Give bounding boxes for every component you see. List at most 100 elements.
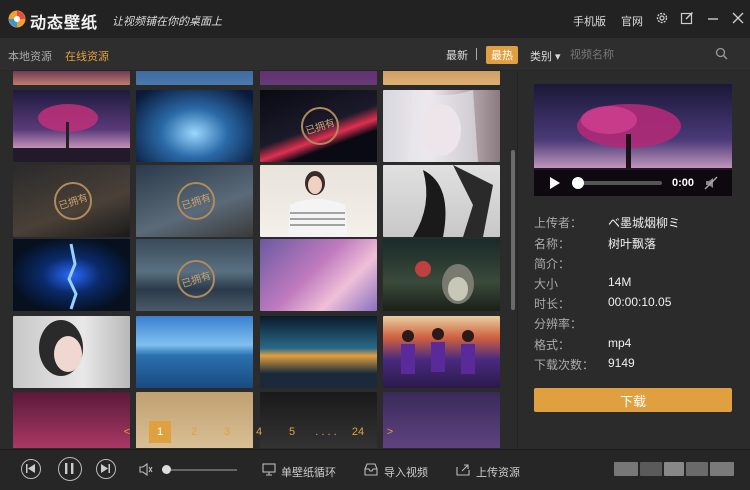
- wallpaper-thumbnail[interactable]: [260, 165, 377, 237]
- wallpaper-thumbnail[interactable]: [383, 392, 500, 448]
- tab-online-resources[interactable]: 在线资源: [65, 48, 109, 64]
- prev-page-button[interactable]: <: [119, 421, 135, 443]
- owned-stamp: 已拥有: [177, 260, 215, 298]
- wallpaper-thumbnail[interactable]: 已拥有: [136, 165, 253, 237]
- uploader-label: 上传者：: [534, 216, 583, 230]
- blurred-user-info: [640, 462, 662, 476]
- grid-scrollbar-thumb[interactable]: [511, 150, 515, 310]
- video-progress-track[interactable]: [574, 181, 662, 185]
- skip-back-icon: [26, 464, 35, 473]
- monitor-icon: [262, 463, 276, 476]
- mute-icon[interactable]: [704, 176, 718, 190]
- next-page-button[interactable]: >: [382, 421, 398, 443]
- play-icon[interactable]: [549, 177, 561, 189]
- pause-button[interactable]: [58, 457, 82, 481]
- name-label: 名称：: [534, 237, 571, 251]
- close-icon[interactable]: [731, 11, 745, 25]
- wallpaper-thumbnail[interactable]: [13, 316, 130, 388]
- wallpaper-thumbnail[interactable]: [383, 239, 500, 311]
- wallpaper-thumbnail[interactable]: [260, 316, 377, 388]
- wallpaper-thumbnail[interactable]: [260, 71, 377, 85]
- video-controls: 0:00: [534, 170, 732, 196]
- app-slogan: 让视频铺在你的桌面上: [112, 15, 222, 28]
- downloads-label: 下载次数：: [534, 358, 595, 372]
- owned-stamp-label: 已拥有: [304, 116, 337, 138]
- video-name-search-input[interactable]: [568, 46, 722, 64]
- owned-stamp-label: 已拥有: [180, 191, 213, 213]
- wallpaper-thumbnail[interactable]: [383, 90, 500, 162]
- search-icon[interactable]: [715, 47, 728, 60]
- name-value: 树叶飘落: [608, 237, 657, 251]
- wallpaper-thumbnail[interactable]: [136, 316, 253, 388]
- mobile-version-link[interactable]: 手机版: [573, 13, 606, 29]
- wallpaper-thumbnail[interactable]: [383, 71, 500, 85]
- wallpaper-thumbnail[interactable]: [383, 165, 500, 237]
- inbox-import-icon: [364, 463, 378, 476]
- feedback-edit-icon[interactable]: [680, 11, 694, 25]
- duration-value: 00:00:10.05: [608, 295, 672, 309]
- app-logo-icon: [8, 10, 26, 28]
- intro-label: 简介：: [534, 257, 571, 271]
- toolbar: 本地资源 在线资源 最新 最热 类别 ▾: [0, 38, 750, 71]
- tab-local-resources[interactable]: 本地资源: [8, 48, 52, 64]
- owned-stamp: 已拥有: [54, 182, 92, 220]
- volume-slider-track[interactable]: [162, 469, 237, 471]
- page-3-button[interactable]: 3: [216, 421, 238, 443]
- title-bar: 动态壁纸 让视频铺在你的桌面上 手机版 官网: [0, 0, 750, 38]
- wallpaper-thumbnail[interactable]: [13, 90, 130, 162]
- gear-icon[interactable]: [655, 11, 669, 25]
- skip-forward-icon: [101, 464, 110, 473]
- page-1-button[interactable]: 1: [149, 421, 171, 443]
- wallpaper-thumbnail[interactable]: [13, 71, 130, 85]
- page-4-button[interactable]: 4: [248, 421, 270, 443]
- website-link[interactable]: 官网: [621, 13, 643, 29]
- format-value: mp4: [608, 336, 632, 350]
- owned-stamp: 已拥有: [177, 182, 215, 220]
- sort-hottest[interactable]: 最热: [486, 46, 518, 64]
- resolution-label: 分辨率：: [534, 317, 583, 331]
- wallpaper-thumbnail[interactable]: [13, 239, 130, 311]
- single-wallpaper-loop-button[interactable]: 单壁纸循环: [281, 464, 336, 480]
- wallpaper-thumbnail[interactable]: [136, 71, 253, 85]
- owned-stamp-label: 已拥有: [180, 269, 213, 291]
- format-label: 格式：: [534, 338, 571, 352]
- volume-icon[interactable]: [139, 463, 153, 476]
- blurred-user-info: [686, 462, 708, 476]
- wallpaper-thumbnail[interactable]: [13, 392, 130, 448]
- blurred-user-info: [710, 462, 734, 476]
- upload-icon: [456, 464, 470, 476]
- previous-track-button[interactable]: [21, 459, 41, 479]
- size-value: 14M: [608, 275, 632, 289]
- minimize-icon[interactable]: [706, 11, 720, 25]
- sort-divider: [476, 48, 477, 60]
- bottom-bar: 单壁纸循环 导入视频 上传资源: [0, 449, 750, 490]
- sort-newest[interactable]: 最新: [446, 47, 468, 63]
- download-button[interactable]: 下载: [534, 388, 732, 412]
- owned-stamp: 已拥有: [301, 107, 339, 145]
- wallpaper-thumbnail[interactable]: 已拥有: [136, 239, 253, 311]
- page-24-button[interactable]: 24: [346, 421, 370, 443]
- video-progress-knob[interactable]: [572, 177, 585, 189]
- volume-slider-knob[interactable]: [161, 465, 171, 474]
- page-2-button[interactable]: 2: [183, 421, 205, 443]
- wallpaper-thumbnail[interactable]: [260, 239, 377, 311]
- category-dropdown[interactable]: 类别 ▾: [530, 48, 561, 64]
- blurred-user-info: [614, 462, 638, 476]
- upload-resource-button[interactable]: 上传资源: [476, 464, 520, 480]
- app-name: 动态壁纸: [30, 15, 99, 32]
- wallpaper-thumbnail[interactable]: [383, 316, 500, 388]
- downloads-value: 9149: [608, 356, 635, 370]
- page-5-button[interactable]: 5: [281, 421, 303, 443]
- owned-stamp-label: 已拥有: [57, 191, 90, 213]
- pagination-ellipsis: . . . .: [315, 426, 337, 438]
- size-label: 大小: [534, 277, 559, 291]
- import-video-button[interactable]: 导入视频: [384, 464, 428, 480]
- wallpaper-thumbnail[interactable]: 已拥有: [260, 90, 377, 162]
- uploader-value: ベ墨城烟柳ミ: [608, 216, 681, 230]
- next-track-button[interactable]: [96, 459, 116, 479]
- video-time: 0:00: [672, 177, 695, 189]
- tree-scene-image: [13, 104, 130, 162]
- wallpaper-thumbnail[interactable]: 已拥有: [13, 165, 130, 237]
- wallpaper-thumbnail[interactable]: [136, 90, 253, 162]
- pause-icon: [65, 463, 74, 474]
